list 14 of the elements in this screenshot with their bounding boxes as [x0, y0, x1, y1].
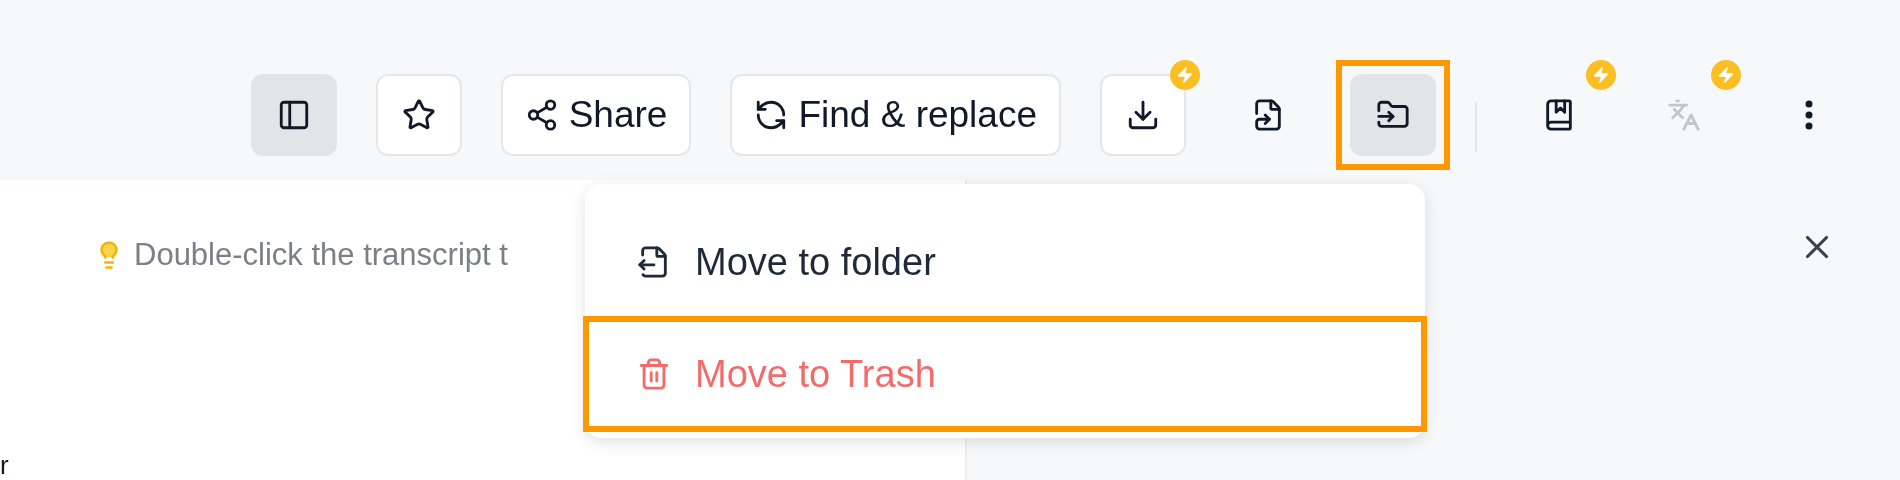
- download-button[interactable]: [1100, 74, 1186, 156]
- sidebar-toggle-button[interactable]: [250, 74, 337, 156]
- translate-icon: [1667, 98, 1701, 132]
- star-icon: [401, 98, 436, 132]
- hint-text: Double-click the transcript t: [134, 236, 508, 274]
- more-icon: [1805, 100, 1813, 130]
- share-button[interactable]: Share: [500, 74, 692, 156]
- favorite-button[interactable]: [375, 74, 462, 156]
- menu-item[interactable]: Move to folder: [585, 206, 1425, 318]
- find-replace-button[interactable]: Find & replace: [730, 74, 1061, 156]
- transcript-text: r: [0, 452, 9, 478]
- trash-icon: [637, 357, 671, 391]
- move-button[interactable]: [1350, 74, 1436, 156]
- download-icon: [1126, 98, 1160, 132]
